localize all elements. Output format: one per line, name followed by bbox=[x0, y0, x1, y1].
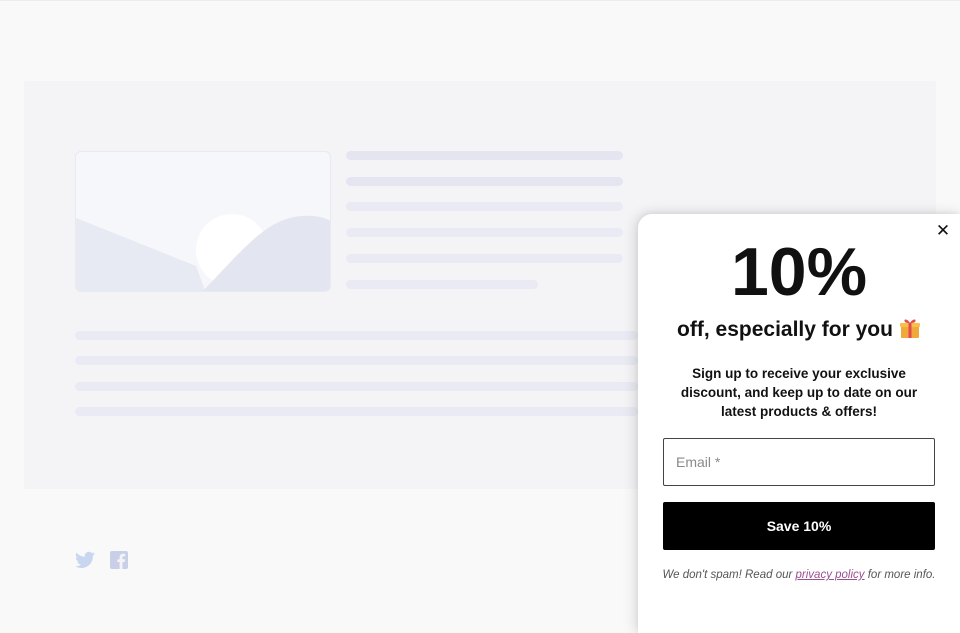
skeleton-body-line bbox=[75, 407, 638, 416]
facebook-icon[interactable] bbox=[110, 551, 130, 569]
image-placeholder-icon bbox=[76, 214, 330, 291]
skeleton-title-line-2 bbox=[346, 177, 623, 186]
skeleton-text-line bbox=[346, 280, 538, 289]
skeleton-text-line bbox=[346, 202, 623, 211]
discount-headline: 10% bbox=[730, 234, 868, 310]
skeleton-text-line bbox=[346, 228, 623, 237]
privacy-policy-link[interactable]: privacy policy bbox=[796, 569, 865, 581]
skeleton-body-line bbox=[75, 356, 638, 365]
privacy-notice-text-end: for more info. bbox=[864, 569, 936, 581]
skeleton-body-line bbox=[75, 382, 638, 391]
twitter-icon[interactable] bbox=[75, 551, 95, 569]
top-divider bbox=[0, 0, 960, 1]
skeleton-text-line bbox=[346, 254, 623, 263]
privacy-notice-text: We don't spam! Read our bbox=[662, 569, 796, 581]
popup-subheadline: off, especially for you bbox=[638, 316, 960, 347]
skeleton-title-line-1 bbox=[346, 151, 623, 160]
email-field[interactable] bbox=[663, 438, 935, 486]
save-10-button[interactable]: Save 10% bbox=[663, 502, 935, 550]
popup-subheadline-text: off, especially for you bbox=[677, 318, 893, 341]
image-placeholder bbox=[75, 151, 331, 292]
skeleton-body-line bbox=[75, 331, 638, 340]
gift-icon bbox=[899, 317, 921, 347]
privacy-notice: We don't spam! Read our privacy policy f… bbox=[656, 567, 942, 583]
popup-description: Sign up to receive your exclusive discou… bbox=[680, 366, 918, 419]
